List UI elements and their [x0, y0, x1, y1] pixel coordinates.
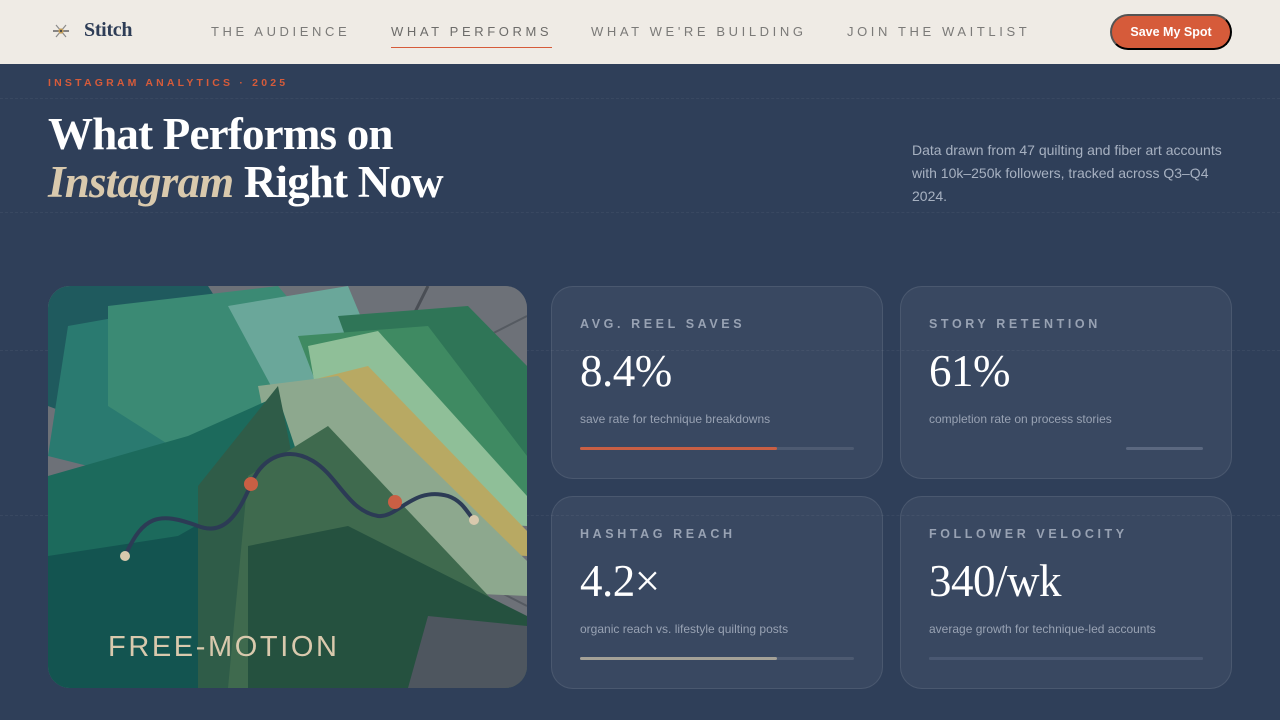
stat-progress-bar — [929, 657, 1203, 660]
fabric-image-card: FREE-MOTION — [48, 286, 527, 688]
save-my-spot-button[interactable]: Save My Spot — [1110, 14, 1232, 50]
stat-label: HASHTAG REACH — [580, 527, 736, 541]
trend-point — [388, 495, 402, 509]
needle-icon — [50, 20, 72, 42]
title-italic: Instagram — [48, 157, 234, 207]
trend-point — [244, 477, 258, 491]
stat-value: 340/wk — [929, 556, 1062, 606]
active-nav-underline — [391, 46, 553, 48]
nav-link-label: WHAT PERFORMS — [391, 24, 553, 39]
stat-progress-bar — [580, 447, 854, 450]
stat-label: FOLLOWER VELOCITY — [929, 527, 1128, 541]
section-eyebrow: INSTAGRAM ANALYTICS · 2025 — [48, 77, 289, 89]
top-nav: Stitch THE AUDIENCE WHAT PERFORMS WHAT W… — [0, 0, 1280, 64]
stat-value: 4.2× — [580, 556, 660, 606]
stat-label: AVG. REEL SAVES — [580, 317, 746, 331]
stat-card-follower-velocity: FOLLOWER VELOCITY 340/wk average growth … — [900, 496, 1232, 689]
stat-progress-bar — [580, 657, 854, 660]
fabric-photo — [48, 286, 527, 688]
stat-progress-fill — [929, 657, 1203, 660]
nav-link-what-performs[interactable]: WHAT PERFORMS — [391, 24, 553, 48]
stat-description: completion rate on process stories — [929, 412, 1112, 426]
image-caption: FREE-MOTION — [108, 631, 340, 663]
stat-progress-fill — [1126, 447, 1203, 450]
stat-card-reel-saves: AVG. REEL SAVES 8.4% save rate for techn… — [551, 286, 883, 479]
page-title: What Performs on Instagram Right Now — [48, 109, 444, 207]
stat-label: STORY RETENTION — [929, 317, 1101, 331]
stat-progress-fill — [580, 447, 778, 450]
stat-description: save rate for technique breakdowns — [580, 412, 771, 426]
stat-description: organic reach vs. lifestyle quilting pos… — [580, 622, 789, 636]
nav-link-waitlist[interactable]: JOIN THE WAITLIST — [847, 24, 1030, 39]
texture-thread — [0, 98, 1280, 99]
stat-progress-bar — [929, 447, 1203, 450]
hero-description: Data drawn from 47 quilting and fiber ar… — [912, 142, 1222, 204]
title-line-2-rest: Right Now — [233, 157, 444, 207]
stat-card-hashtag-reach: HASHTAG REACH 4.2× organic reach vs. lif… — [551, 496, 883, 689]
stat-value: 8.4% — [580, 346, 672, 396]
title-line-1: What Performs on — [48, 109, 393, 159]
stat-description: average growth for technique-led account… — [929, 622, 1156, 636]
nav-link-building[interactable]: WHAT WE'RE BUILDING — [591, 24, 807, 39]
trend-point — [120, 551, 130, 561]
stat-value: 61% — [929, 346, 1011, 396]
brand-name: Stitch — [84, 19, 133, 41]
texture-thread — [0, 212, 1280, 213]
brand-logo[interactable]: Stitch — [50, 19, 133, 42]
stat-progress-fill — [580, 657, 778, 660]
nav-link-audience[interactable]: THE AUDIENCE — [211, 24, 350, 39]
stat-card-story-retention: STORY RETENTION 61% completion rate on p… — [900, 286, 1232, 479]
trend-point — [469, 515, 479, 525]
